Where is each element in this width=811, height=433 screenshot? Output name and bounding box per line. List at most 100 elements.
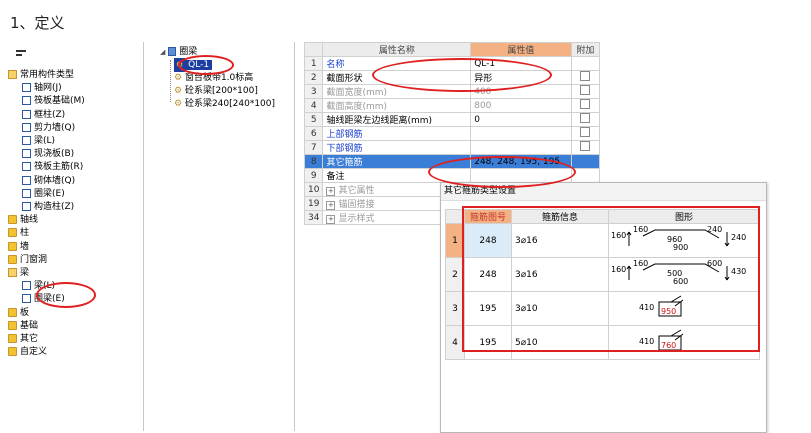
extra-cell[interactable] [570,112,601,127]
property-row[interactable]: 4 截面高度(mm) 800 [303,98,601,113]
extra-checkbox[interactable] [580,85,591,95]
highlight-oval-ql1 [178,55,234,75]
expand-icon[interactable]: + [326,187,336,196]
row-number: 10 [303,182,324,197]
tree-item[interactable]: 自定义 [8,345,47,359]
extra-cell[interactable] [570,84,601,99]
extra-checkbox[interactable] [580,127,591,137]
tree-item-label: 构造柱(Z) [34,202,75,212]
column-header-extra: 附加 [570,42,601,57]
property-name: 轴线距梁左边线距离(mm) [322,112,472,127]
row-number: 1 [303,56,324,71]
tree-item[interactable]: 砌体墙(Q) [22,174,75,188]
minimize-icon[interactable] [16,50,26,52]
property-row[interactable]: 7 下部钢筋 [303,140,601,155]
tree-item-label: 剪力墙(Q) [34,122,76,133]
expand-icon[interactable]: + [326,215,336,224]
row-number: 4 [303,98,324,113]
tree-item[interactable]: 剪力墙(Q) [22,121,75,135]
extra-checkbox[interactable] [580,141,591,151]
tree-item[interactable]: 圈梁(E) [22,187,65,201]
tree-item[interactable]: 框柱(Z) [22,108,65,122]
tree-item[interactable]: 门窗洞 [8,253,47,267]
tree-item-label: 自定义 [20,347,48,358]
folder-icon [8,228,17,238]
tree-item[interactable]: 轴线 [8,213,38,227]
highlight-oval-stirrups [428,156,576,188]
property-row[interactable]: 6 上部钢筋 [303,126,601,141]
extra-cell[interactable] [570,154,601,169]
tree-item[interactable]: 筏板基础(M) [22,94,85,108]
folder-open-icon [8,268,17,277]
property-name-text: 其它箍筋 [326,158,363,168]
tree-item[interactable]: 轴网(J) [22,81,62,95]
extra-checkbox[interactable] [580,113,591,123]
tree-item-label: 筏板主筋(R) [34,162,84,173]
folder-icon [8,215,17,225]
extra-checkbox[interactable] [580,99,591,109]
folder-open-icon [8,70,17,79]
property-name: 下部钢筋 [322,140,472,155]
axis-grid-icon [22,83,31,93]
tree-item[interactable]: 梁(L) [22,134,55,148]
property-name: 上部钢筋 [322,126,472,141]
tree-item[interactable]: 墙 [8,240,29,254]
component-item-tie-beam-240[interactable]: ⚙ 砼系梁240[240*100] [174,97,275,111]
row-number: 2 [303,70,324,85]
structural-column-icon [22,202,31,211]
extra-cell[interactable] [570,56,601,71]
property-value[interactable] [470,140,572,155]
extra-cell[interactable] [570,98,601,113]
raft-rebar-icon [22,162,31,172]
folder-icon [8,320,17,330]
tree-item[interactable]: 基础 [8,319,38,333]
row-number: 9 [303,168,324,183]
frame-column-icon [22,109,31,119]
property-name-text: 其它属性 [338,186,375,196]
component-type-tree: 常用构件类型 轴网(J) 筏板基础(M) 框柱(Z) 剪力墙(Q) 梁(L) 现浇板(B) 筏… [8,42,144,431]
tree-item[interactable]: 梁 [8,266,29,280]
tree-item-label: 砌体墙(Q) [34,175,76,186]
tree-item-label: 门窗洞 [20,254,48,265]
expand-icon[interactable]: + [326,201,336,210]
tree-item-label: 其它 [20,334,39,344]
row-number: 3 [303,84,324,99]
tree-item-label: 轴网(J) [34,83,62,94]
property-name: 截面高度(mm) [322,98,472,113]
component-item-tie-beam-200[interactable]: ⚙ 砼系梁[200*100] [174,84,258,98]
extra-cell[interactable] [570,126,601,141]
folder-icon [8,347,17,357]
beam-gear-icon: ⚙ [174,99,183,109]
collapse-icon[interactable]: ◢ [160,48,165,56]
property-row[interactable]: 5 轴线距梁左边线距离(mm) 0 [303,112,601,127]
tree-item[interactable]: 柱 [8,226,29,240]
component-item-label: 砼系梁240[240*100] [184,99,276,109]
property-name-text: 上部钢筋 [326,130,363,140]
property-name-text: 截面宽度(mm) [326,88,388,98]
folder-icon [8,307,17,317]
raft-foundation-icon [22,96,31,106]
extra-checkbox[interactable] [580,71,591,81]
tree-item-label: 筏板基础(M) [34,96,85,107]
folder-icon [8,241,17,251]
masonry-wall-icon [22,175,31,185]
tree-item[interactable]: 筏板主筋(R) [22,160,83,174]
column-header-name: 属性名称 [322,42,472,57]
tree-item[interactable]: 现浇板(B) [22,147,74,161]
property-value[interactable]: 800 [470,98,572,113]
property-name-text: 下部钢筋 [326,144,363,154]
highlight-oval-name-shape [372,58,552,92]
tree-item[interactable]: 常用构件类型 [8,68,74,82]
extra-cell[interactable] [570,70,601,85]
folder-icon [8,254,17,264]
row-number: 34 [303,210,324,225]
tree-item-label: 板 [20,307,30,318]
tree-item[interactable]: 构造柱(Z) [22,200,74,214]
property-value[interactable]: 0 [470,112,572,127]
tree-item[interactable]: 板 [8,306,29,320]
property-name-text: 名称 [326,60,345,70]
cast-slab-icon [22,149,31,159]
tree-item[interactable]: 其它 [8,332,38,346]
extra-cell[interactable] [570,140,601,155]
property-value[interactable] [470,126,572,141]
